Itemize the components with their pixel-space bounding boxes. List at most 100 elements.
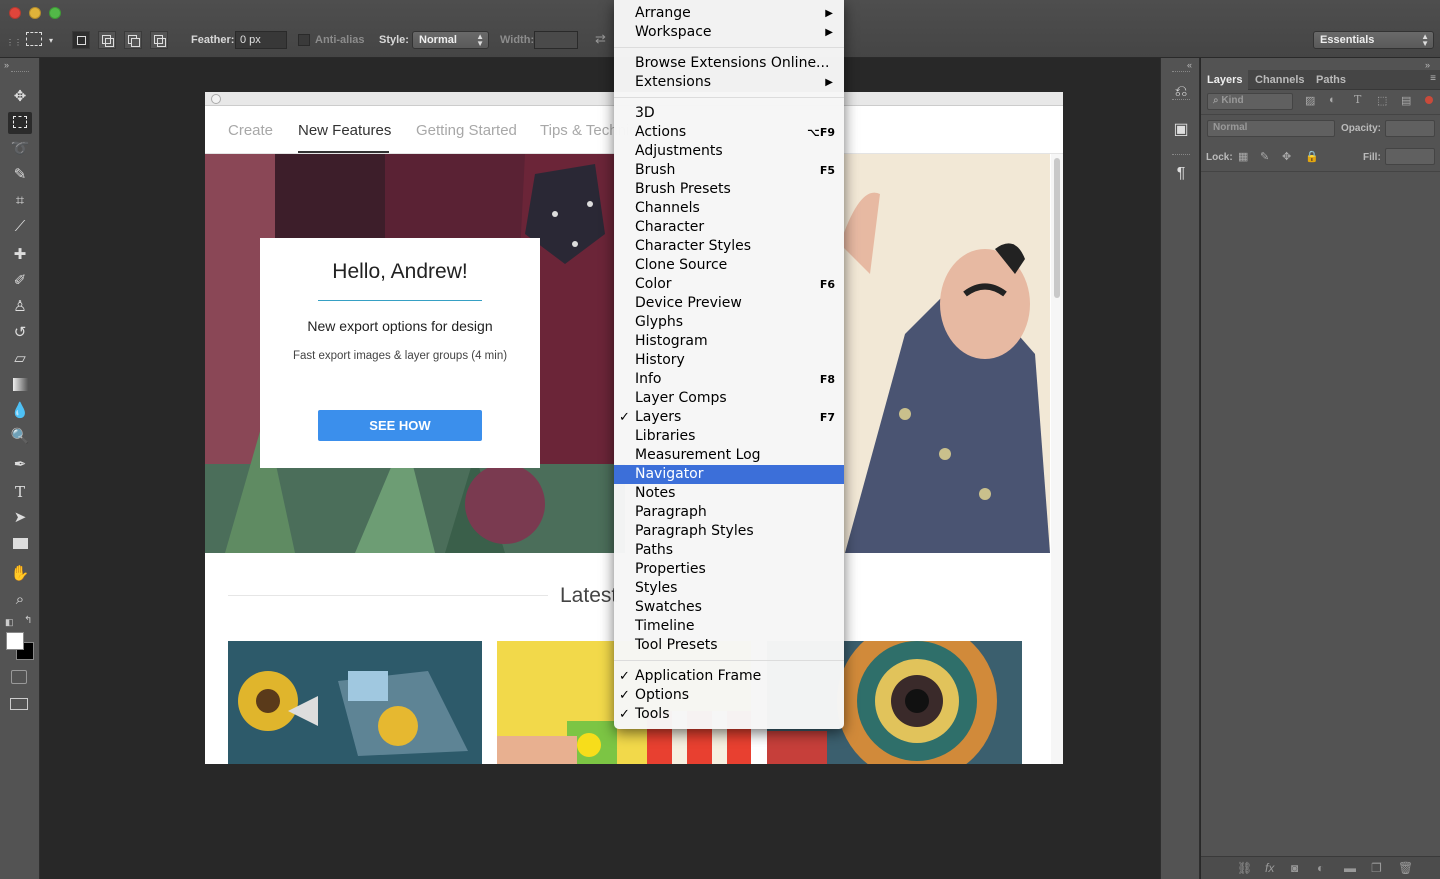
fill-input[interactable] <box>1385 148 1435 165</box>
menu-item-paths[interactable]: Paths <box>614 541 844 560</box>
fx-icon[interactable]: fx <box>1265 861 1274 875</box>
lock-image-icon[interactable]: ✎ <box>1260 150 1269 163</box>
anti-alias-checkbox[interactable] <box>298 34 310 46</box>
menu-item-navigator[interactable]: Navigator <box>614 465 844 484</box>
menu-item-extensions[interactable]: Extensions ▶ <box>614 73 844 92</box>
window-zoom-button[interactable] <box>49 7 61 19</box>
menu-item-adjustments[interactable]: Adjustments <box>614 142 844 161</box>
menu-item-character[interactable]: Character <box>614 218 844 237</box>
menu-item-timeline[interactable]: Timeline <box>614 617 844 636</box>
see-how-button[interactable]: SEE HOW <box>318 410 482 441</box>
collapse-icon[interactable]: » <box>4 60 9 70</box>
close-icon[interactable] <box>211 94 221 104</box>
menu-item-browse-extensions-online[interactable]: Browse Extensions Online... <box>614 54 844 73</box>
tab-create[interactable]: Create <box>228 122 273 139</box>
filter-toggle-icon[interactable] <box>1425 96 1433 104</box>
link-layers-icon[interactable]: ⛓ <box>1237 861 1252 875</box>
menu-item-info[interactable]: Info F8 <box>614 370 844 389</box>
latest-thumbnail[interactable] <box>228 641 482 764</box>
width-input[interactable] <box>534 31 578 49</box>
clone-stamp-tool-icon[interactable]: ♙ <box>8 296 32 318</box>
scrollbar-thumb[interactable] <box>1054 158 1060 298</box>
gradient-tool-icon[interactable] <box>8 374 32 396</box>
menu-item-actions[interactable]: Actions ⌥F9 <box>614 123 844 142</box>
rectangle-tool-icon[interactable] <box>8 533 32 555</box>
lock-position-icon[interactable]: ✥ <box>1282 150 1291 163</box>
lasso-tool-icon[interactable]: ➰ <box>8 138 32 160</box>
shape-filter-icon[interactable]: ⬚ <box>1377 94 1387 107</box>
menu-item-workspace[interactable]: Workspace ▶ <box>614 23 844 42</box>
chevron-down-icon[interactable]: ▾ <box>49 36 53 45</box>
menu-item-swatches[interactable]: Swatches <box>614 598 844 617</box>
menu-item-options[interactable]: ✓ Options <box>614 686 844 705</box>
menu-item-device-preview[interactable]: Device Preview <box>614 294 844 313</box>
quick-mask-icon[interactable] <box>11 670 27 684</box>
dodge-tool-icon[interactable]: 🔍 <box>8 426 32 448</box>
crop-tool-icon[interactable]: ⌗ <box>8 190 32 212</box>
menu-item-clone-source[interactable]: Clone Source <box>614 256 844 275</box>
blend-mode-select[interactable]: Normal <box>1207 120 1335 137</box>
opacity-input[interactable] <box>1385 120 1435 137</box>
window-close-button[interactable] <box>9 7 21 19</box>
menu-item-histogram[interactable]: Histogram <box>614 332 844 351</box>
menu-item-color[interactable]: Color F6 <box>614 275 844 294</box>
path-selection-tool-icon[interactable]: ➤ <box>8 507 32 529</box>
scrollbar[interactable] <box>1051 154 1063 764</box>
adjustment-layer-icon[interactable]: ◐ <box>1317 861 1324 875</box>
panel-menu-icon[interactable]: ≡ <box>1430 73 1436 84</box>
adjustment-filter-icon[interactable]: ◐ <box>1329 94 1336 106</box>
workspace-select[interactable]: Essentials ▲ ▼ <box>1313 31 1434 49</box>
healing-brush-tool-icon[interactable]: ✚ <box>8 244 32 266</box>
intersect-selection-button[interactable] <box>150 31 168 49</box>
window-minimize-button[interactable] <box>29 7 41 19</box>
expand-icon[interactable]: « <box>1187 60 1192 70</box>
feather-input[interactable]: 0 px <box>235 31 287 49</box>
menu-item-tools[interactable]: ✓ Tools <box>614 705 844 724</box>
default-colors-icon[interactable]: ◧ <box>5 617 14 628</box>
type-filter-icon[interactable]: T <box>1354 93 1361 106</box>
add-to-selection-button[interactable] <box>98 31 116 49</box>
menu-item-application-frame[interactable]: ✓ Application Frame <box>614 667 844 686</box>
menu-item-styles[interactable]: Styles <box>614 579 844 598</box>
tab-getting-started[interactable]: Getting Started <box>416 122 517 139</box>
smart-object-filter-icon[interactable]: ▤ <box>1401 94 1411 107</box>
add-mask-icon[interactable]: ◙ <box>1291 861 1298 875</box>
paragraph-panel-icon[interactable]: ¶ <box>1169 162 1193 186</box>
pixel-filter-icon[interactable]: ▨ <box>1305 94 1315 107</box>
new-group-icon[interactable]: ▬ <box>1344 861 1356 875</box>
menu-item-channels[interactable]: Channels <box>614 199 844 218</box>
move-tool-icon[interactable]: ✥ <box>8 86 32 108</box>
pen-tool-icon[interactable]: ✒ <box>8 454 32 476</box>
menu-item-paragraph-styles[interactable]: Paragraph Styles <box>614 522 844 541</box>
lock-transparent-icon[interactable]: ▦ <box>1238 150 1248 163</box>
marquee-tool-icon[interactable] <box>8 112 32 134</box>
history-brush-tool-icon[interactable]: ↺ <box>8 322 32 344</box>
collapse-icon[interactable]: » <box>1425 60 1430 70</box>
hand-tool-icon[interactable]: ✋ <box>8 563 32 585</box>
blur-tool-icon[interactable]: 💧 <box>8 400 32 422</box>
eyedropper-tool-icon[interactable]: ⟋ <box>8 216 32 238</box>
menu-item-libraries[interactable]: Libraries <box>614 427 844 446</box>
new-selection-button[interactable] <box>72 31 90 49</box>
menu-item-glyphs[interactable]: Glyphs <box>614 313 844 332</box>
tab-new-features[interactable]: New Features <box>298 122 391 139</box>
libraries-panel-icon[interactable]: ▣ <box>1169 118 1193 142</box>
menu-item-character-styles[interactable]: Character Styles <box>614 237 844 256</box>
menu-item-3d[interactable]: 3D <box>614 104 844 123</box>
menu-item-tool-presets[interactable]: Tool Presets <box>614 636 844 655</box>
style-select[interactable]: Normal ▲ ▼ <box>412 31 489 49</box>
menu-item-properties[interactable]: Properties <box>614 560 844 579</box>
menu-item-brush[interactable]: Brush F5 <box>614 161 844 180</box>
subtract-from-selection-button[interactable] <box>124 31 142 49</box>
swap-icon[interactable]: ⇄ <box>595 31 606 47</box>
foreground-color-swatch[interactable] <box>6 632 24 650</box>
menu-item-layer-comps[interactable]: Layer Comps <box>614 389 844 408</box>
menu-item-paragraph[interactable]: Paragraph <box>614 503 844 522</box>
tab-layers[interactable]: Layers <box>1201 70 1249 90</box>
marquee-preset-icon[interactable] <box>26 32 42 46</box>
eraser-tool-icon[interactable]: ▱ <box>8 348 32 370</box>
filter-kind-select[interactable]: ⌕ Kind <box>1207 93 1293 110</box>
menu-item-notes[interactable]: Notes <box>614 484 844 503</box>
menu-item-arrange[interactable]: Arrange ▶ <box>614 4 844 23</box>
tab-paths[interactable]: Paths <box>1310 70 1352 90</box>
